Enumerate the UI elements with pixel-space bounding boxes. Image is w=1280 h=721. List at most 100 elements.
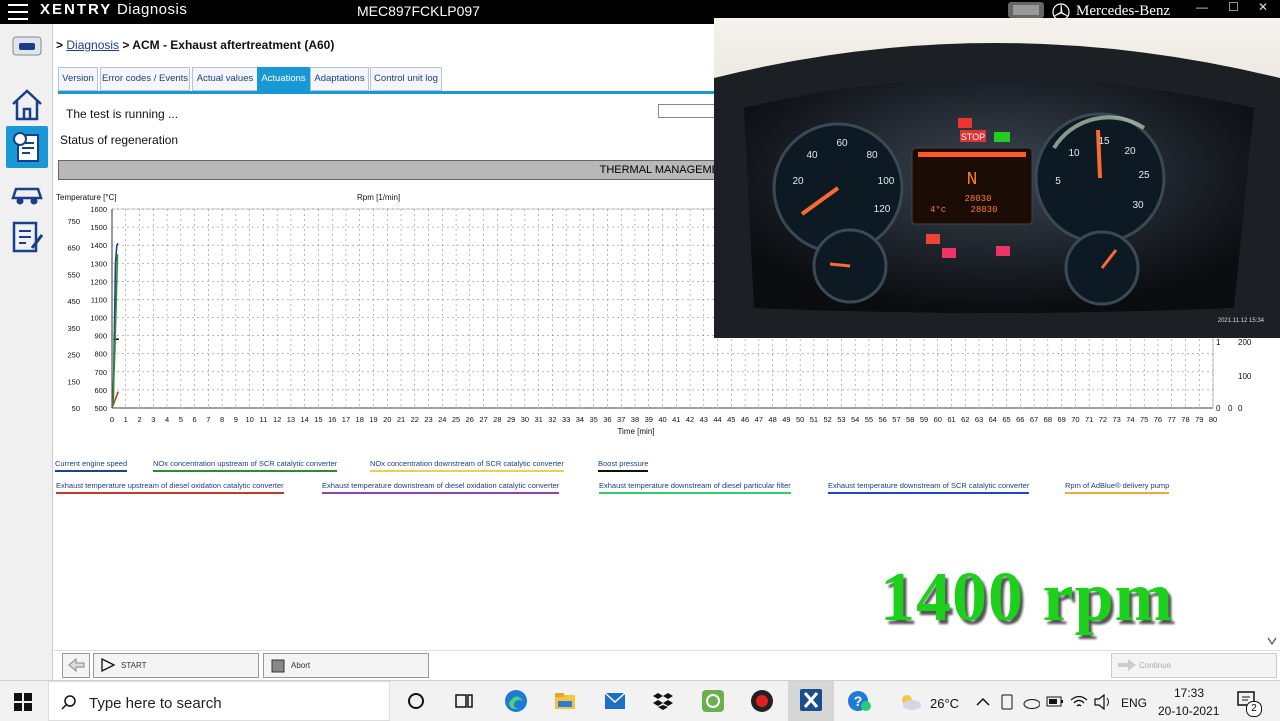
app-name: Diagnosis — [112, 1, 188, 18]
temperature-tick-label: 550 — [67, 270, 80, 279]
file-explorer-icon[interactable] — [554, 691, 576, 711]
y-axis-label-temperature: Temperature [°C] — [56, 193, 117, 202]
edge-browser-icon[interactable] — [504, 689, 528, 713]
tacho-label-30: 30 — [1132, 200, 1144, 211]
legend-label: NOx concentration upstream of SCR cataly… — [153, 459, 338, 472]
diagnosis-document-icon — [13, 132, 39, 162]
x-tick-label: 26 — [466, 415, 474, 424]
tab-control-unit-log[interactable]: Control unit log — [370, 67, 442, 91]
windows-start-icon[interactable] — [14, 693, 32, 711]
app-title: XENTRY Diagnosis — [40, 1, 187, 18]
tab-actuations[interactable]: Actuations — [257, 67, 310, 91]
x-tick-label: 42 — [686, 415, 694, 424]
x-tick-label: 28 — [493, 415, 501, 424]
clock-date[interactable]: 20-10-2021 — [1158, 704, 1219, 718]
legend-label: Rpm of AdBlue® delivery pump — [1065, 481, 1170, 494]
language-indicator[interactable]: ENG — [1121, 696, 1147, 710]
right-axis-2-200: 200 — [1238, 338, 1252, 347]
legend-temp-downstream-dpf: Exhaust temperature downstream of diesel… — [599, 481, 791, 494]
x-tick-label: 75 — [1140, 415, 1148, 424]
stop-warning-label: STOP — [961, 132, 985, 142]
rpm-tick-label: 1600 — [90, 205, 107, 214]
x-tick-label: 45 — [727, 415, 735, 424]
x-tick-label: 70 — [1071, 415, 1079, 424]
back-button[interactable] — [62, 653, 90, 678]
x-tick-label: 65 — [1002, 415, 1010, 424]
start-button[interactable]: START — [93, 653, 259, 678]
wifi-icon[interactable] — [1070, 694, 1088, 710]
cortana-icon[interactable] — [406, 691, 426, 711]
x-tick-label: 62 — [961, 415, 969, 424]
x-tick-label: 80 — [1209, 415, 1217, 424]
legend-label: NOx concentration downstream of SCR cata… — [370, 459, 564, 472]
speedo-label-100: 100 — [878, 176, 895, 187]
x-tick-label: 56 — [879, 415, 887, 424]
tacho-label-5: 5 — [1055, 176, 1061, 187]
legend-label: Exhaust temperature downstream of SCR ca… — [828, 481, 1030, 494]
menu-icon[interactable] — [8, 4, 28, 20]
dropbox-icon[interactable] — [652, 691, 674, 711]
legend-current-engine-speed: Current engine speed — [55, 459, 128, 472]
chevron-up-icon[interactable] — [976, 695, 990, 709]
battery-icon[interactable] — [1046, 696, 1064, 708]
x-tick-label: 43 — [700, 415, 708, 424]
maximize-button[interactable]: ☐ — [1228, 0, 1239, 14]
minimize-button[interactable]: — — [1196, 0, 1208, 14]
sidebar-item-diagnosis[interactable] — [6, 126, 48, 168]
home-icon[interactable] — [10, 88, 44, 122]
close-button[interactable]: ✕ — [1258, 0, 1268, 14]
x-tick-label: 50 — [796, 415, 804, 424]
breadcrumb-prefix: > — [56, 38, 64, 52]
rpm-tick-label: 600 — [94, 386, 107, 395]
temperature-tick-label: 350 — [67, 324, 80, 333]
tab-adaptations[interactable]: Adaptations — [310, 67, 369, 91]
speedo-label-40: 40 — [806, 150, 818, 161]
x-tick-label: 3 — [151, 415, 155, 424]
gear-indicator: N — [967, 170, 978, 190]
tab-actual-values[interactable]: Actual values — [192, 67, 258, 91]
continue-button[interactable]: Continue — [1111, 653, 1277, 678]
abort-button[interactable]: Abort — [263, 653, 429, 678]
help-icon[interactable]: ? — [848, 690, 872, 712]
x-tick-label: 22 — [411, 415, 419, 424]
y-axis-label-rpm: Rpm [1/min] — [357, 193, 400, 202]
vehicle-card-icon[interactable] — [12, 36, 42, 56]
car-service-icon[interactable] — [10, 176, 44, 210]
x-tick-label: 17 — [342, 415, 350, 424]
x-tick-label: 35 — [590, 415, 598, 424]
taskbar-search-box[interactable]: Type here to search — [48, 681, 390, 721]
rpm-tick-label: 1400 — [90, 241, 107, 250]
x-tick-label: 4 — [165, 415, 169, 424]
app-brand: XENTRY — [40, 1, 113, 18]
legend-label: Exhaust temperature upstream of diesel o… — [56, 481, 284, 494]
breadcrumb-link-diagnosis[interactable]: Diagnosis — [66, 38, 119, 52]
running-status-text: The test is running ... — [66, 107, 179, 121]
x-tick-label: 69 — [1057, 415, 1065, 424]
tab-error-codes[interactable]: Error codes / Events — [100, 67, 190, 91]
x-tick-label: 9 — [234, 415, 238, 424]
x-tick-label: 60 — [934, 415, 942, 424]
rpm-caption: 1400 rpm — [880, 559, 1174, 636]
green-app-icon[interactable] — [702, 690, 724, 712]
temperature-tick-label: 150 — [67, 377, 80, 386]
task-view-icon[interactable] — [454, 691, 474, 711]
speedo-label-60: 60 — [836, 138, 848, 149]
x-tick-label: 30 — [521, 415, 529, 424]
onedrive-icon[interactable] — [1022, 695, 1040, 709]
record-icon[interactable] — [750, 689, 774, 713]
x-tick-label: 47 — [755, 415, 763, 424]
rpm-tick-label: 800 — [94, 350, 107, 359]
document-edit-icon[interactable] — [10, 220, 44, 254]
device-icon[interactable] — [1000, 694, 1014, 710]
x-tick-label: 2 — [137, 415, 141, 424]
volume-icon[interactable] — [1094, 694, 1112, 710]
x-tick-label: 16 — [328, 415, 336, 424]
x-tick-label: 49 — [782, 415, 790, 424]
notification-count: 2 — [1246, 701, 1262, 717]
clock-time[interactable]: 17:33 — [1174, 686, 1204, 700]
xentry-taskbar-button[interactable] — [788, 681, 834, 721]
tab-version[interactable]: Version — [58, 67, 98, 91]
truck-logo-icon — [1008, 2, 1044, 18]
mail-icon[interactable] — [604, 692, 626, 710]
x-tick-label: 73 — [1112, 415, 1120, 424]
